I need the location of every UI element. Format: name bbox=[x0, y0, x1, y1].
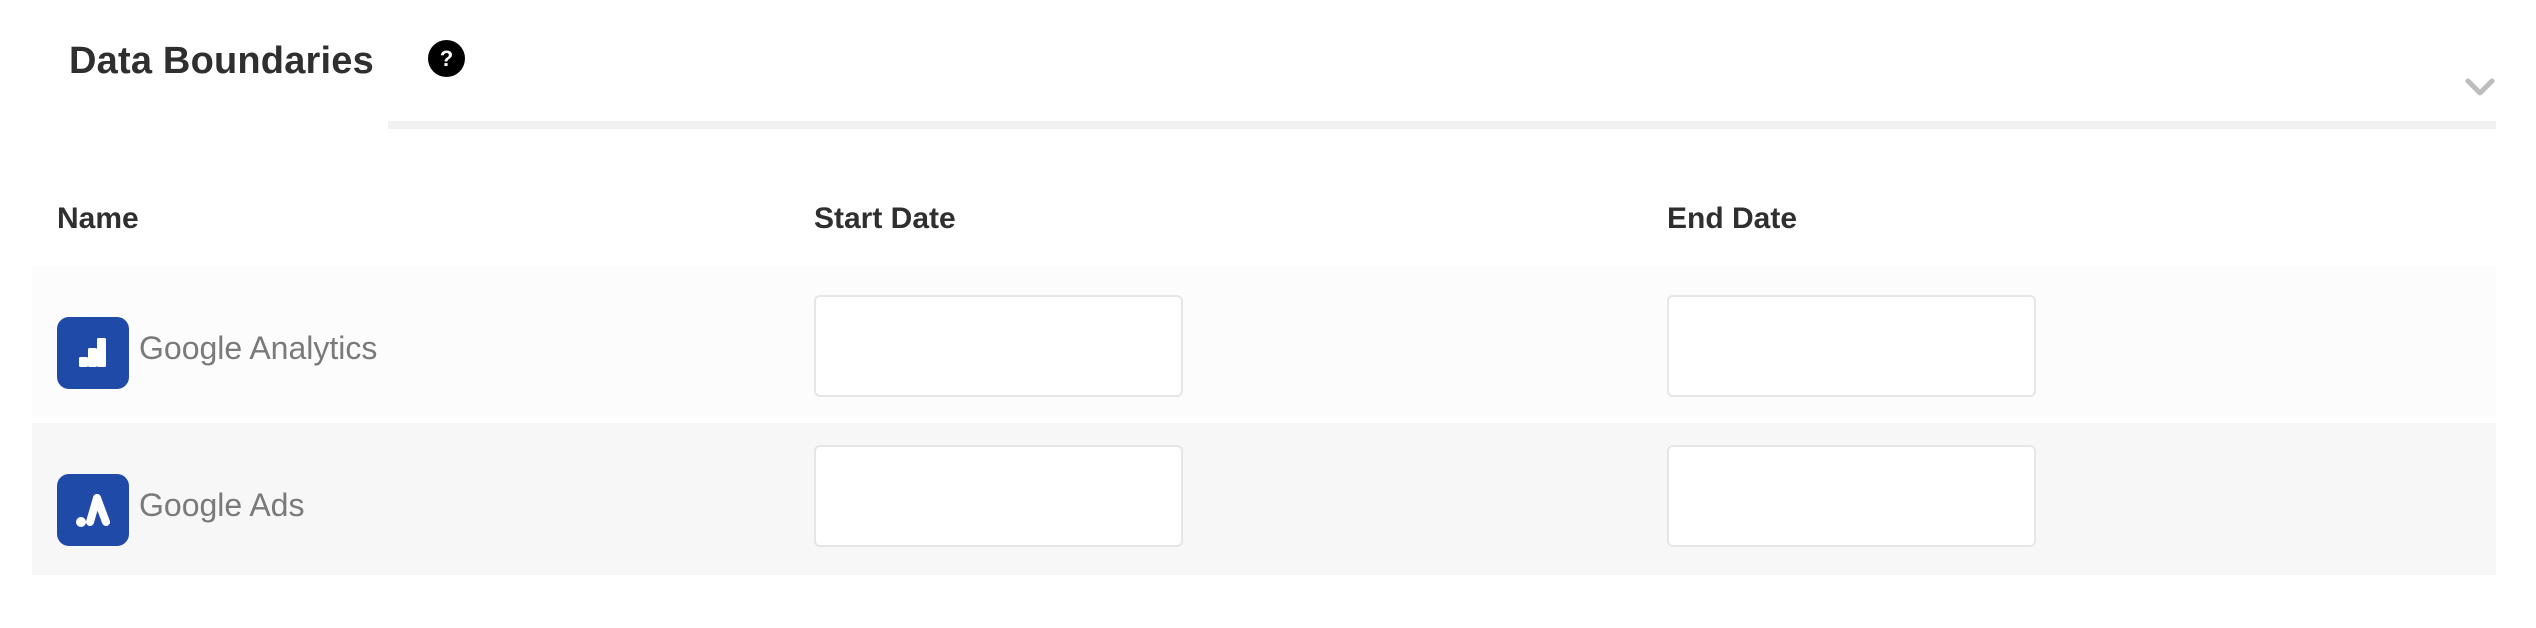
column-header-end-date: End Date bbox=[1667, 202, 1798, 235]
section-title: Data Boundaries bbox=[69, 40, 374, 82]
header-divider bbox=[388, 121, 2496, 129]
end-date-input[interactable] bbox=[1667, 445, 2036, 547]
row-name: Google Analytics bbox=[139, 330, 378, 366]
chevron-down-icon[interactable] bbox=[2464, 76, 2496, 98]
end-date-input[interactable] bbox=[1667, 295, 2036, 397]
google-analytics-icon bbox=[57, 317, 129, 389]
start-date-input[interactable] bbox=[814, 295, 1183, 397]
row-name: Google Ads bbox=[139, 487, 305, 523]
help-icon[interactable]: ? bbox=[428, 40, 465, 77]
table-row: Google Ads bbox=[32, 423, 2496, 575]
start-date-input[interactable] bbox=[814, 445, 1183, 547]
column-header-start-date: Start Date bbox=[814, 202, 956, 235]
google-ads-icon bbox=[57, 474, 129, 546]
column-header-name: Name bbox=[57, 202, 139, 235]
table-row: Google Analytics bbox=[32, 266, 2496, 418]
